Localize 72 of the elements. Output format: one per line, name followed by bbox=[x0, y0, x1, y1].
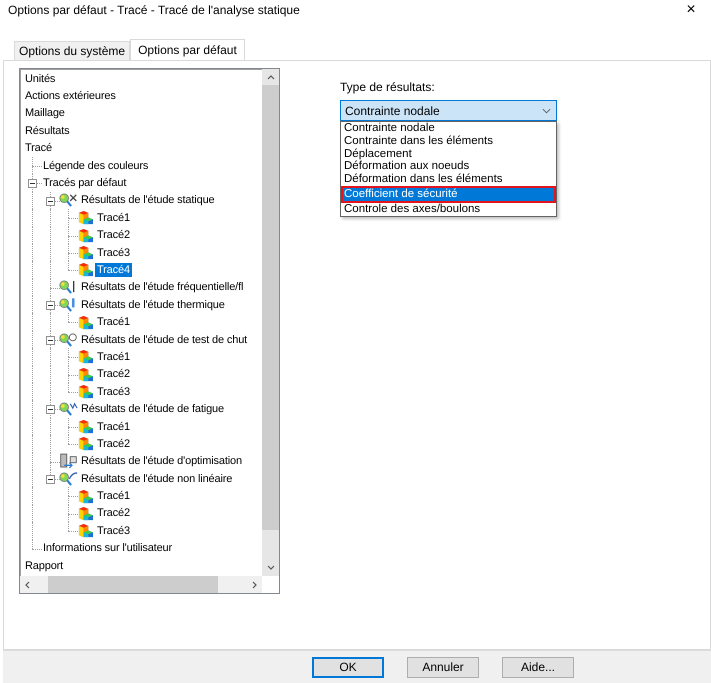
tree-item[interactable]: Maillage bbox=[23, 106, 67, 120]
caret-icon bbox=[542, 108, 551, 114]
tree-item[interactable]: Informations sur l'utilisateur bbox=[41, 541, 174, 556]
dialog-button[interactable]: Annuler bbox=[407, 656, 479, 678]
tree-item[interactable]: Tracé2 bbox=[95, 506, 132, 520]
collapse-toggle-icon[interactable] bbox=[46, 474, 55, 484]
dialog-button[interactable]: OK bbox=[312, 656, 384, 678]
collapse-toggle-icon[interactable] bbox=[46, 301, 55, 310]
tree-item[interactable]: Résultats de l'étude thermique bbox=[79, 298, 227, 312]
plot-icon bbox=[77, 228, 94, 243]
result-type-dropdown[interactable]: Contrainte nodale bbox=[340, 100, 557, 121]
plot-icon bbox=[77, 436, 94, 452]
tree-item[interactable]: Résultats de l'étude de fatigue bbox=[79, 402, 226, 416]
tree-item[interactable]: Légende des couleurs bbox=[41, 158, 150, 173]
dropdown-option[interactable]: Contrainte nodale bbox=[341, 122, 556, 135]
tree-item[interactable]: Tracé3 bbox=[95, 246, 132, 260]
collapse-toggle-icon[interactable] bbox=[46, 196, 55, 206]
tree-item[interactable]: Actions extérieures bbox=[23, 89, 118, 104]
close-button[interactable]: × bbox=[677, 1, 705, 19]
study-results-icon bbox=[59, 401, 78, 418]
plot-icon bbox=[77, 419, 94, 434]
horizontal-scrollbar[interactable] bbox=[20, 576, 262, 593]
dropdown-option[interactable]: Coefficient de sécurité bbox=[341, 186, 556, 203]
dropdown-option[interactable]: Contrainte dans les éléments bbox=[341, 134, 556, 148]
tree-item[interactable]: Résultats de l'étude d'optimisation bbox=[79, 454, 244, 468]
tree-item[interactable]: Tracé1 bbox=[95, 210, 132, 225]
tree-item[interactable]: Résultats de l'étude fréquentielle/fl bbox=[79, 280, 246, 294]
tree-item[interactable]: Unités bbox=[23, 72, 58, 86]
tree-item[interactable]: Résultats de l'étude de test de chut bbox=[79, 332, 250, 347]
tree-item[interactable]: Tracé4 bbox=[95, 262, 132, 277]
plot-icon bbox=[77, 506, 94, 521]
tree-item[interactable]: Tracé1 bbox=[95, 350, 132, 364]
tab[interactable]: Options du système bbox=[14, 41, 130, 60]
tree-item[interactable]: Tracé1 bbox=[95, 420, 132, 434]
plot-icon bbox=[77, 314, 94, 330]
tree-item[interactable]: Tracé bbox=[23, 141, 54, 156]
plot-icon bbox=[77, 210, 94, 226]
tree-item[interactable]: Résultats de l'étude statique bbox=[79, 193, 217, 208]
dropdown-option[interactable]: Déplacement bbox=[341, 148, 556, 160]
dropdown-option[interactable]: Controle des axes/boulons bbox=[341, 202, 556, 216]
plot-icon bbox=[77, 523, 94, 538]
window-title: Options par défaut - Tracé - Tracé de l'analyse statique bbox=[8, 3, 300, 17]
study-results-icon bbox=[59, 192, 78, 208]
optimization-icon bbox=[59, 453, 78, 470]
study-results-icon bbox=[59, 332, 78, 348]
field-label: Type de résultats: bbox=[340, 80, 435, 94]
dropdown-option[interactable]: Déformation dans les éléments bbox=[341, 173, 556, 186]
collapse-toggle-icon[interactable] bbox=[28, 179, 37, 188]
plot-icon bbox=[77, 245, 94, 260]
tree-item[interactable]: Rapport bbox=[23, 558, 66, 573]
dropdown-option[interactable]: Déformation aux noeuds bbox=[341, 160, 556, 174]
tab[interactable]: Options par défaut bbox=[130, 39, 245, 60]
study-results-icon bbox=[59, 470, 78, 487]
tree-item[interactable]: Tracé2 bbox=[95, 436, 132, 451]
tree-item[interactable]: Résultats de l'étude non linéaire bbox=[79, 472, 234, 486]
tree-item[interactable]: Tracé3 bbox=[95, 524, 132, 538]
tree-item[interactable]: Tracé2 bbox=[95, 367, 132, 382]
collapse-toggle-icon[interactable] bbox=[46, 405, 55, 414]
plot-icon bbox=[77, 262, 94, 278]
plot-icon bbox=[77, 366, 94, 382]
collapse-toggle-icon[interactable] bbox=[46, 336, 55, 345]
tree-item[interactable]: Tracé1 bbox=[95, 489, 132, 504]
dialog-button[interactable]: Aide... bbox=[502, 656, 574, 678]
plot-icon bbox=[77, 349, 94, 364]
tree-item[interactable]: Tracé2 bbox=[95, 228, 132, 242]
plot-icon bbox=[77, 488, 94, 504]
tree-item[interactable]: Tracé1 bbox=[95, 315, 132, 330]
tree-item[interactable]: Résultats bbox=[23, 124, 72, 138]
tree-item[interactable]: Tracés par défaut bbox=[41, 176, 128, 190]
tree-item[interactable]: Tracé3 bbox=[95, 384, 132, 399]
vertical-scrollbar[interactable] bbox=[262, 69, 279, 576]
plot-icon bbox=[77, 384, 94, 400]
